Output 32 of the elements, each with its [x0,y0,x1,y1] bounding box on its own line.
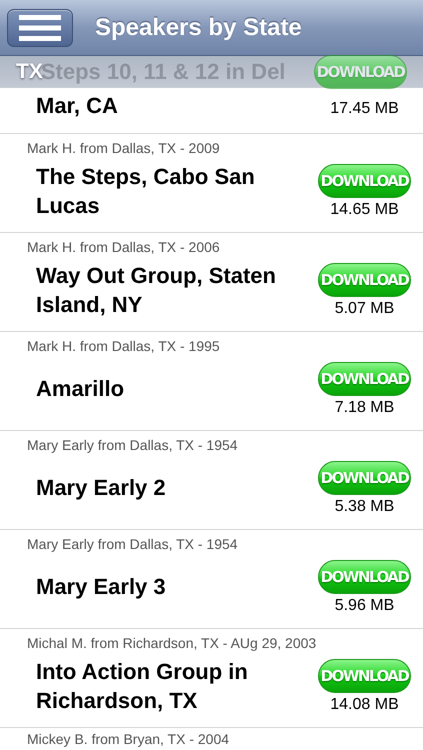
download-button[interactable]: DOWNLOAD [318,263,411,297]
download-button[interactable]: DOWNLOAD [318,560,411,594]
speaker-info: Mark H. from Dallas, TX - 1995 [27,338,221,355]
speaker-info: Mary Early from Dallas, TX - 1954 [27,536,239,553]
speaker-info: Mary Early from Dallas, TX - 1954 [27,437,239,454]
download-button[interactable]: DOWNLOAD [314,54,407,88]
screen-title: Speakers by State [95,14,302,42]
recording-title: Mar, CA [36,92,118,120]
download-button[interactable]: DOWNLOAD [318,362,411,396]
recording-title: Way Out Group, Staten Island, NY [36,262,276,318]
speaker-info: Michal M. from Richardson, TX - AUg 29, 2003 [27,635,318,652]
speaker-info: Mark H. from Dallas, TX - 2009 [27,140,221,157]
download-button[interactable]: DOWNLOAD [318,164,411,198]
file-size: 5.96 MB [334,597,394,615]
menu-button[interactable] [7,8,73,46]
download-button[interactable]: DOWNLOAD [318,659,411,693]
file-size: 14.08 MB [330,696,399,714]
section-label: TX [16,60,43,82]
recording-title: Mary Early 3 [36,573,166,601]
file-size: 5.38 MB [334,498,394,516]
file-size: 7.18 MB [334,399,394,417]
recording-title: The Steps, Cabo San Lucas [36,162,255,220]
menu-icon [19,14,61,40]
recording-title: Into Action Group in Richardson, TX [36,658,248,714]
file-size: 17.45 MB [330,100,399,118]
download-button[interactable]: DOWNLOAD [318,461,411,495]
speaker-info: Mickey B. from Bryan, TX - 2004 [27,731,230,748]
speaker-info: Mark H. from Dallas, TX - 2006 [27,239,221,256]
file-size: 5.07 MB [334,300,394,318]
recording-title: Amarillo [36,375,124,403]
recording-title: Mary Early 2 [36,474,166,502]
file-size: 14.65 MB [330,201,399,219]
